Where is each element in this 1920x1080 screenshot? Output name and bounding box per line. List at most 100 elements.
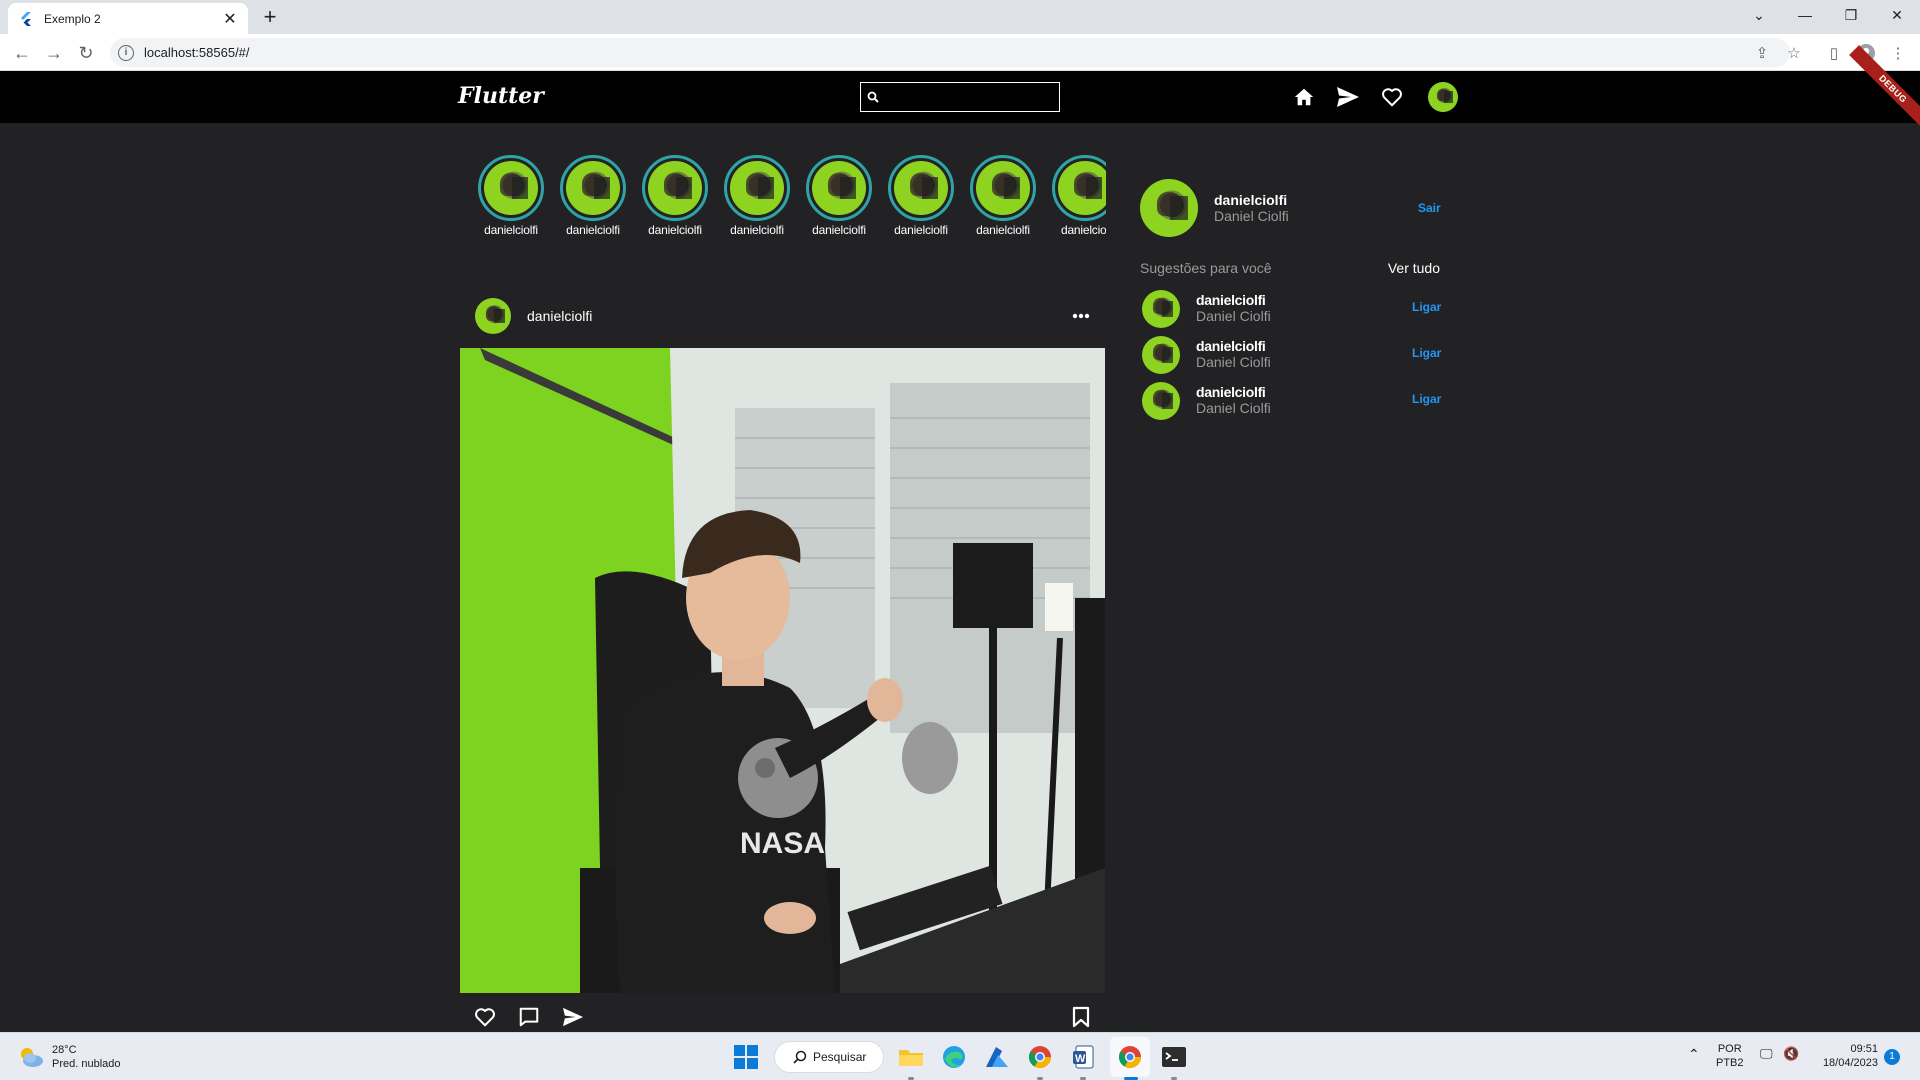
post-actions — [472, 1004, 1096, 1032]
comment-icon[interactable] — [516, 1004, 542, 1030]
svg-text:NASA: NASA — [740, 827, 825, 860]
more-options-icon[interactable] — [1067, 306, 1095, 326]
home-icon[interactable] — [1291, 84, 1317, 110]
story-item[interactable]: danielciolfi — [470, 155, 552, 237]
profile-avatar[interactable] — [1140, 179, 1198, 237]
suggestion-fullname: Daniel Ciolfi — [1196, 400, 1271, 416]
taskbar-search[interactable]: Pesquisar — [774, 1041, 884, 1073]
speaker-muted-icon[interactable]: 🔇 — [1783, 1047, 1799, 1061]
chrome-icon[interactable] — [1026, 1043, 1054, 1071]
suggestion-item: danielciolfi Daniel Ciolfi Ligar — [1142, 380, 1442, 420]
story-item[interactable]: danielciolfi — [634, 155, 716, 237]
see-all-button[interactable]: Ver tudo — [1388, 260, 1440, 276]
tab-title: Exemplo 2 — [44, 11, 101, 26]
file-explorer-icon[interactable] — [897, 1043, 925, 1071]
browser-tab-strip: Exemplo 2 ✕ + ⌄ — ❐ ✕ — [0, 0, 1920, 34]
suggestion-username[interactable]: danielciolfi — [1196, 292, 1266, 308]
clock[interactable]: 09:51 18/04/2023 — [1814, 1042, 1878, 1070]
windows-taskbar: 28°C Pred. nublado Pesquisar W ⌃ POR PTB… — [0, 1032, 1920, 1080]
word-icon[interactable]: W — [1069, 1043, 1097, 1071]
bookmark-star-icon[interactable]: ☆ — [1784, 43, 1804, 63]
brand-logo[interactable]: Flutter — [458, 83, 544, 109]
send-icon[interactable] — [1335, 84, 1361, 110]
restore-button[interactable]: ❐ — [1828, 0, 1874, 30]
story-avatar — [484, 161, 538, 215]
reload-icon[interactable]: ↻ — [74, 41, 98, 65]
forward-icon[interactable]: → — [42, 41, 66, 65]
follow-button[interactable]: Ligar — [1412, 346, 1441, 360]
close-window-button[interactable]: ✕ — [1874, 0, 1920, 30]
story-avatar — [812, 161, 866, 215]
story-item[interactable]: danielciolfi — [716, 155, 798, 237]
suggestion-avatar[interactable] — [1142, 336, 1180, 374]
current-user-profile: danielciolfi Daniel Ciolfi Sair — [1140, 179, 1441, 237]
terminal-icon[interactable] — [1160, 1043, 1188, 1071]
suggestion-username[interactable]: danielciolfi — [1196, 338, 1266, 354]
menu-kebab-icon[interactable]: ⋮ — [1888, 43, 1908, 63]
site-info-icon[interactable]: i — [118, 44, 134, 61]
chevron-up-icon[interactable]: ⌃ — [1688, 1047, 1700, 1061]
back-icon[interactable]: ← — [10, 41, 34, 65]
tab-search-icon[interactable]: ⌄ — [1736, 0, 1782, 30]
browser-tab[interactable]: Exemplo 2 ✕ — [8, 3, 248, 34]
story-item[interactable]: danielciol — [1044, 155, 1106, 237]
clock-date: 18/04/2023 — [1822, 1057, 1878, 1069]
like-heart-icon[interactable] — [472, 1004, 498, 1030]
share-icon[interactable]: ⇪ — [1752, 43, 1772, 63]
post-photo[interactable]: NASA — [460, 348, 1105, 993]
story-label: danielciolfi — [812, 223, 866, 237]
follow-button[interactable]: Ligar — [1412, 392, 1441, 406]
story-ring — [888, 155, 954, 221]
follow-button[interactable]: Ligar — [1412, 300, 1441, 314]
network-icon[interactable]: 🖵 — [1760, 1047, 1773, 1061]
story-label: danielciolfi — [484, 223, 538, 237]
suggestions-header: Sugestões para você Ver tudo — [1140, 260, 1440, 278]
suggestion-username[interactable]: danielciolfi — [1196, 384, 1266, 400]
edge-browser-icon[interactable] — [940, 1043, 968, 1071]
story-item[interactable]: danielciolfi — [962, 155, 1044, 237]
logout-button[interactable]: Sair — [1418, 201, 1441, 215]
story-ring — [724, 155, 790, 221]
story-ring — [560, 155, 626, 221]
language-indicator[interactable]: POR PTB2 — [1716, 1042, 1744, 1070]
appbar-avatar[interactable] — [1428, 82, 1458, 112]
svg-text:W: W — [1075, 1053, 1086, 1065]
weather-widget[interactable]: 28°C Pred. nublado — [18, 1043, 121, 1071]
close-tab-icon[interactable]: ✕ — [222, 9, 238, 29]
post-header: danielciolfi — [475, 298, 1095, 334]
bookmark-icon[interactable] — [1068, 1004, 1094, 1030]
address-bar[interactable]: i localhost:58565/#/ — [110, 38, 1790, 67]
new-tab-button[interactable]: + — [258, 5, 282, 29]
story-ring — [478, 155, 544, 221]
story-item[interactable]: danielciolfi — [552, 155, 634, 237]
story-item[interactable]: danielciolfi — [880, 155, 962, 237]
post-username[interactable]: danielciolfi — [527, 308, 1067, 324]
heart-icon[interactable] — [1379, 84, 1405, 110]
suggestion-avatar[interactable] — [1142, 382, 1180, 420]
suggestion-item: danielciolfi Daniel Ciolfi Ligar — [1142, 288, 1442, 328]
story-avatar — [894, 161, 948, 215]
azure-vm-icon[interactable] — [983, 1043, 1011, 1071]
chrome-active-icon[interactable] — [1116, 1043, 1144, 1071]
story-item[interactable]: danielciolfi — [798, 155, 880, 237]
side-panel-icon[interactable]: ▯ — [1824, 43, 1844, 63]
browser-toolbar: ← → ↻ i localhost:58565/#/ ⇪ ☆ ▯ ⋮ — [0, 34, 1920, 71]
share-send-icon[interactable] — [560, 1004, 586, 1030]
suggestion-avatar[interactable] — [1142, 290, 1180, 328]
story-ring — [970, 155, 1036, 221]
windows-start-icon[interactable] — [734, 1045, 758, 1069]
story-avatar — [976, 161, 1030, 215]
profile-fullname: Daniel Ciolfi — [1214, 208, 1289, 224]
minimize-button[interactable]: — — [1782, 0, 1828, 30]
story-avatar — [1058, 161, 1106, 215]
search-icon — [793, 1050, 807, 1064]
story-avatar — [566, 161, 620, 215]
post-avatar[interactable] — [475, 298, 511, 334]
story-ring — [642, 155, 708, 221]
story-label: danielciolfi — [730, 223, 784, 237]
search-input[interactable] — [860, 82, 1060, 112]
flutter-favicon-icon — [21, 11, 31, 26]
profile-username[interactable]: danielciolfi — [1214, 192, 1287, 208]
notification-badge[interactable]: 1 — [1884, 1049, 1900, 1065]
stories-row[interactable]: danielciolfi danielciolfi danielciolfi d… — [470, 155, 1106, 245]
